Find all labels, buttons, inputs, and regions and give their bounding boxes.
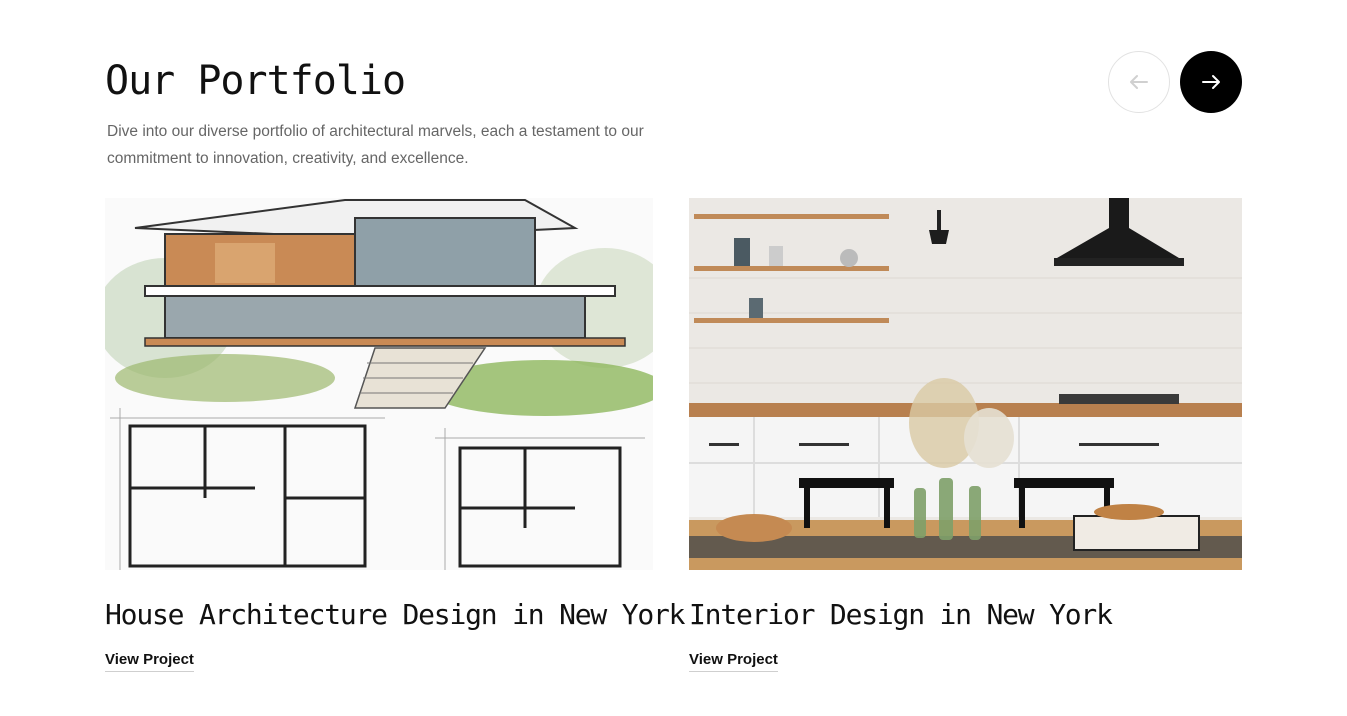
- view-project-link[interactable]: View Project: [689, 651, 778, 672]
- section-description: Dive into our diverse portfolio of archi…: [107, 123, 644, 167]
- house-sketch-illustration: [105, 199, 653, 570]
- kitchen-interior-illustration: [689, 198, 1242, 570]
- project-title: House Architecture Design in New York: [105, 598, 686, 631]
- arrow-right-icon: [1202, 75, 1220, 89]
- view-project-link[interactable]: View Project: [105, 651, 194, 672]
- project-title: Interior Design in New York: [689, 598, 1113, 631]
- arrow-left-icon: [1130, 75, 1148, 89]
- page-title: Our Portfolio: [105, 58, 406, 104]
- project-image-house[interactable]: [105, 198, 653, 570]
- project-image-kitchen[interactable]: [689, 198, 1242, 570]
- previous-button[interactable]: [1108, 51, 1170, 113]
- next-button[interactable]: [1180, 51, 1242, 113]
